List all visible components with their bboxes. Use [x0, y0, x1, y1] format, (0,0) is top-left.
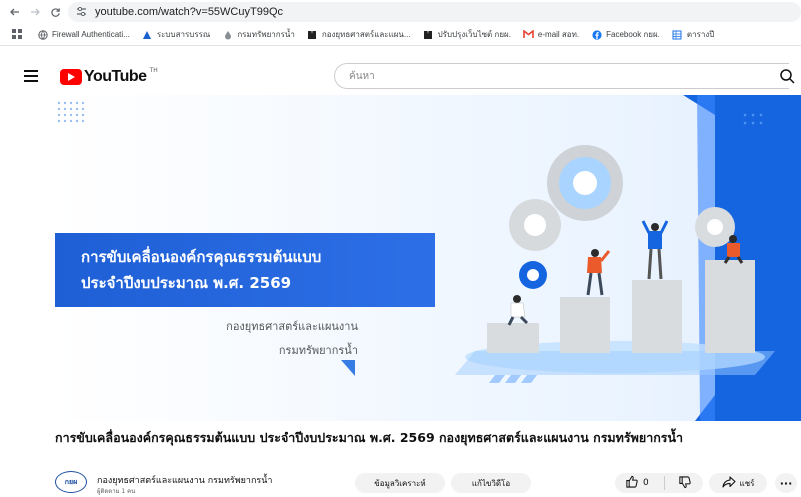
video-player[interactable]: การขับเคลื่อนองค์กรคุณธรรมต้นแบบ ประจำปี… [55, 95, 801, 421]
globe-icon [37, 29, 48, 40]
bookmark-item[interactable]: Firewall Authenticati... [31, 29, 136, 40]
ms-logo-icon [307, 29, 318, 40]
menu-icon[interactable] [24, 70, 38, 82]
bookmark-item[interactable]: ตารางปี [666, 28, 720, 41]
video-title: การขับเคลื่อนองค์กรคุณธรรมต้นแบบ ประจำปี… [55, 430, 684, 445]
bookmark-label: ตารางปี [686, 30, 715, 39]
avatar-text: กยผ [64, 477, 78, 486]
sheet-icon [672, 29, 683, 40]
video-title-banner: การขับเคลื่อนองค์กรคุณธรรมต้นแบบ ประจำปี… [55, 233, 435, 307]
youtube-wordmark: YouTube [84, 68, 147, 85]
edit-video-button[interactable]: แก้ไขวิดีโอ [451, 473, 531, 493]
bookmark-item[interactable]: ปรับปรุงเว็บไซต์ กยผ. [417, 28, 517, 41]
bookmark-label: กองยุทธศาสตร์และแผน... [321, 30, 411, 39]
bookmark-item[interactable]: e-mail สอท. [517, 28, 585, 41]
subscriber-count: ผู้ติดตาม 1 คน [97, 488, 136, 495]
share-label: แชร์ [739, 478, 755, 488]
bookmarks-bar: Firewall Authenticati... ระบบสารบรรณ กรม… [0, 24, 801, 46]
facebook-icon [591, 29, 602, 40]
banner-line-2: ประจำปีงบประมาณ พ.ศ. 2569 [81, 274, 292, 292]
thumbs-up-icon [625, 475, 638, 491]
channel-row: กยผ กองยุทธศาสตร์และแผนงาน กรมทรัพยากรน้… [55, 469, 801, 497]
search-placeholder: ค้นหา [349, 70, 375, 82]
drop-icon [222, 29, 233, 40]
bookmark-label: Firewall Authenticati... [52, 30, 130, 39]
channel-avatar[interactable]: กยผ [55, 471, 87, 493]
ms-logo-icon [423, 29, 434, 40]
dislike-button[interactable] [665, 474, 703, 493]
search-icon[interactable] [772, 63, 801, 89]
video-org-line-2: กรมทรัพยากรน้ำ [278, 344, 358, 357]
youtube-logo[interactable]: YouTube TH [60, 66, 158, 86]
bookmark-item[interactable]: กองยุทธศาสตร์และแผน... [301, 28, 417, 41]
address-bar[interactable]: youtube.com/watch?v=55WCuyT99Qc [68, 2, 801, 22]
bookmark-item[interactable]: Facebook กยผ. [585, 28, 666, 41]
tune-icon[interactable] [76, 6, 87, 19]
search-input[interactable]: ค้นหา [334, 63, 789, 89]
more-options-icon[interactable]: ··· [775, 473, 797, 493]
bookmark-label: ปรับปรุงเว็บไซต์ กยผ. [437, 30, 511, 39]
forward-arrow-icon[interactable] [24, 1, 46, 23]
back-arrow-icon[interactable] [4, 1, 26, 23]
bookmark-label: กรมทรัพยากรน้ำ [237, 30, 295, 39]
gmail-icon [523, 29, 534, 40]
reload-icon[interactable] [44, 1, 66, 23]
bookmark-label: ระบบสารบรรณ [156, 30, 211, 39]
url-text: youtube.com/watch?v=55WCuyT99Qc [95, 6, 284, 18]
analytics-button[interactable]: ข้อมูลวิเคราะห์ [355, 473, 445, 493]
triangle-logo-icon [142, 29, 153, 40]
bookmark-item[interactable]: กรมทรัพยากรน้ำ [216, 28, 301, 41]
share-button[interactable]: แชร์ [709, 473, 767, 493]
thumbs-down-icon [678, 474, 691, 493]
analytics-label: ข้อมูลวิเคราะห์ [374, 478, 426, 488]
youtube-header: YouTube TH ค้นหา [0, 57, 801, 95]
share-arrow-icon [721, 476, 736, 490]
bookmark-label: Facebook กยผ. [606, 30, 660, 39]
bookmark-label: e-mail สอท. [537, 30, 580, 39]
video-org-line-1: กองยุทธศาสตร์และแผนงาน [226, 320, 358, 333]
region-code: TH [149, 66, 158, 74]
edit-video-label: แก้ไขวิดีโอ [471, 478, 511, 488]
channel-name[interactable]: กองยุทธศาสตร์และแผนงาน กรมทรัพยากรน้ำ [97, 473, 272, 487]
bookmark-item[interactable]: ระบบสารบรรณ [136, 28, 217, 41]
banner-line-1: การขับเคลื่อนองค์กรคุณธรรมต้นแบบ [81, 248, 322, 266]
youtube-play-icon [60, 69, 82, 85]
like-button[interactable]: 0 [615, 475, 665, 491]
like-count: 0 [643, 478, 649, 488]
like-dislike-group: 0 [615, 473, 703, 493]
browser-toolbar: youtube.com/watch?v=55WCuyT99Qc [0, 0, 801, 24]
apps-grid-icon[interactable] [6, 29, 31, 40]
